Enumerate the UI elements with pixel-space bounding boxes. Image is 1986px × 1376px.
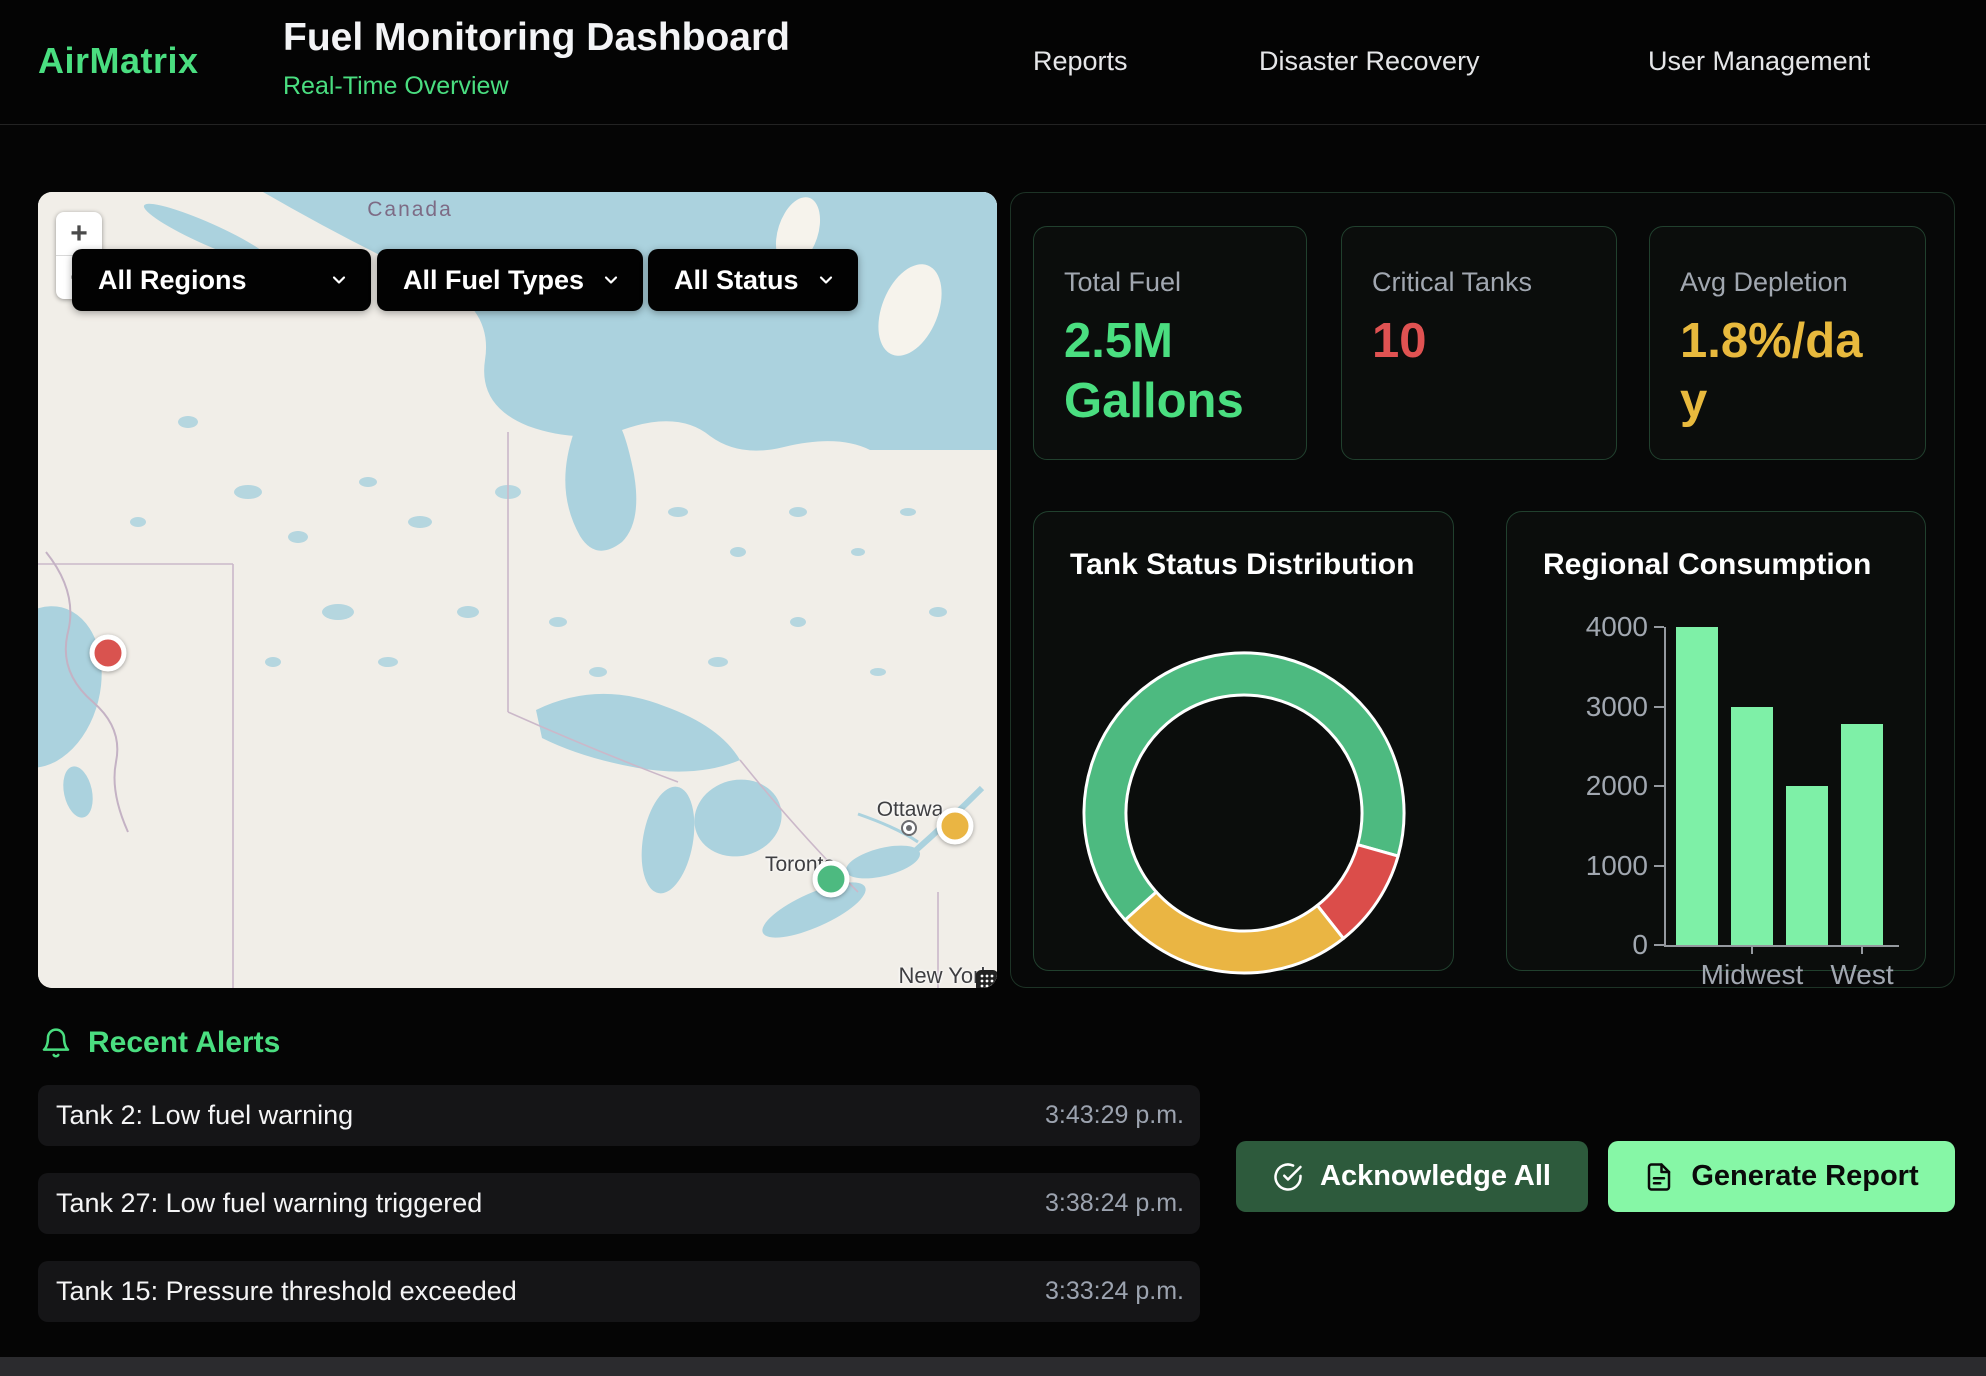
stat-card-avg-depletion: Avg Depletion 1.8%/day xyxy=(1649,226,1926,460)
alert-text: Tank 15: Pressure threshold exceeded xyxy=(56,1276,517,1307)
map-panel: Canada Ottawa Toronto New York + − All R… xyxy=(38,192,997,988)
bottom-strip xyxy=(0,1357,1986,1376)
y-axis-tick xyxy=(1654,785,1664,787)
nav-reports[interactable]: Reports xyxy=(1033,46,1128,77)
alert-text: Tank 27: Low fuel warning triggered xyxy=(56,1188,482,1219)
x-axis-category-label: West xyxy=(1830,959,1893,991)
tank-marker-critical[interactable] xyxy=(90,635,127,672)
consumption-bar xyxy=(1786,786,1828,945)
tank-marker-warning[interactable] xyxy=(937,808,974,845)
town-symbol-icon xyxy=(901,820,917,836)
filter-regions-value: All Regions xyxy=(98,265,247,296)
x-axis-tick xyxy=(1861,945,1863,954)
y-axis-tick-label: 3000 xyxy=(1586,691,1648,723)
document-icon xyxy=(1644,1162,1674,1192)
y-axis-tick-label: 4000 xyxy=(1586,611,1648,643)
stat-label: Avg Depletion xyxy=(1680,267,1895,298)
x-axis-category-label: Midwest xyxy=(1701,959,1804,991)
stat-value-total-fuel: 2.5M Gallons xyxy=(1064,312,1260,432)
map-canvas[interactable] xyxy=(38,192,997,988)
chevron-down-icon xyxy=(329,270,349,290)
consumption-bar xyxy=(1676,627,1718,945)
donut-chart-title: Tank Status Distribution xyxy=(1070,548,1414,582)
alert-timestamp: 3:38:24 p.m. xyxy=(1045,1189,1184,1218)
check-circle-icon xyxy=(1273,1162,1303,1192)
acknowledge-all-button[interactable]: Acknowledge All xyxy=(1236,1141,1588,1212)
generate-report-button[interactable]: Generate Report xyxy=(1608,1141,1955,1212)
brand-logo: AirMatrix xyxy=(38,40,199,82)
tank-status-donut xyxy=(1076,645,1412,981)
page-title: Fuel Monitoring Dashboard xyxy=(283,16,790,60)
fuel-monitoring-dashboard: AirMatrix Fuel Monitoring Dashboard Real… xyxy=(0,0,1986,1376)
chevron-down-icon xyxy=(816,270,836,290)
nav-disaster-recovery[interactable]: Disaster Recovery xyxy=(1259,46,1480,77)
alert-timestamp: 3:33:24 p.m. xyxy=(1045,1277,1184,1306)
tank-status-card: Tank Status Distribution xyxy=(1033,511,1454,971)
filter-fuel-types-value: All Fuel Types xyxy=(403,265,584,296)
y-axis-tick xyxy=(1654,865,1664,867)
alert-timestamp: 3:43:29 p.m. xyxy=(1045,1101,1184,1130)
consumption-bar xyxy=(1841,724,1883,945)
regional-consumption-card: Regional Consumption 01000200030004000Mi… xyxy=(1506,511,1926,971)
y-axis-tick xyxy=(1654,706,1664,708)
acknowledge-all-label: Acknowledge All xyxy=(1320,1160,1551,1193)
filter-status-select[interactable]: All Status xyxy=(648,249,858,311)
header: AirMatrix Fuel Monitoring Dashboard Real… xyxy=(0,0,1986,125)
tank-marker-normal[interactable] xyxy=(813,861,850,898)
alert-row[interactable]: Tank 15: Pressure threshold exceeded 3:3… xyxy=(38,1261,1200,1322)
alert-row[interactable]: Tank 27: Low fuel warning triggered 3:38… xyxy=(38,1173,1200,1234)
y-axis-tick xyxy=(1654,944,1664,946)
overview-panel: Total Fuel 2.5M Gallons Critical Tanks 1… xyxy=(1010,192,1955,988)
generate-report-label: Generate Report xyxy=(1691,1160,1918,1193)
map-label-ottawa: Ottawa xyxy=(877,798,944,822)
stat-value-critical-tanks: 10 xyxy=(1372,312,1568,372)
alerts-header: Recent Alerts xyxy=(40,1026,280,1060)
stat-label: Total Fuel xyxy=(1064,267,1276,298)
chevron-down-icon xyxy=(601,270,621,290)
stat-value-avg-depletion: 1.8%/day xyxy=(1680,312,1876,432)
y-axis-tick-label: 1000 xyxy=(1586,850,1648,882)
filter-regions-select[interactable]: All Regions xyxy=(72,249,371,311)
stat-card-critical-tanks: Critical Tanks 10 xyxy=(1341,226,1617,460)
bell-icon xyxy=(40,1027,72,1059)
consumption-bar xyxy=(1731,707,1773,946)
alert-row[interactable]: Tank 2: Low fuel warning 3:43:29 p.m. xyxy=(38,1085,1200,1146)
alert-text: Tank 2: Low fuel warning xyxy=(56,1100,353,1131)
y-axis-tick xyxy=(1654,626,1664,628)
page-subtitle: Real-Time Overview xyxy=(283,72,509,101)
nav-user-management[interactable]: User Management xyxy=(1648,46,1870,77)
bar-chart-plot: 01000200030004000MidwestWest xyxy=(1664,627,1899,947)
bar-chart-title: Regional Consumption xyxy=(1543,548,1871,582)
filter-status-value: All Status xyxy=(674,265,799,296)
donut-slice xyxy=(1125,892,1343,973)
filter-fuel-types-select[interactable]: All Fuel Types xyxy=(377,249,643,311)
x-axis-tick xyxy=(1751,945,1753,954)
stat-card-total-fuel: Total Fuel 2.5M Gallons xyxy=(1033,226,1307,460)
y-axis-tick-label: 0 xyxy=(1632,929,1648,961)
alerts-title: Recent Alerts xyxy=(88,1026,280,1060)
stat-label: Critical Tanks xyxy=(1372,267,1586,298)
resize-grip-handle[interactable] xyxy=(976,970,997,988)
map-label-canada: Canada xyxy=(330,198,490,222)
y-axis-tick-label: 2000 xyxy=(1586,770,1648,802)
